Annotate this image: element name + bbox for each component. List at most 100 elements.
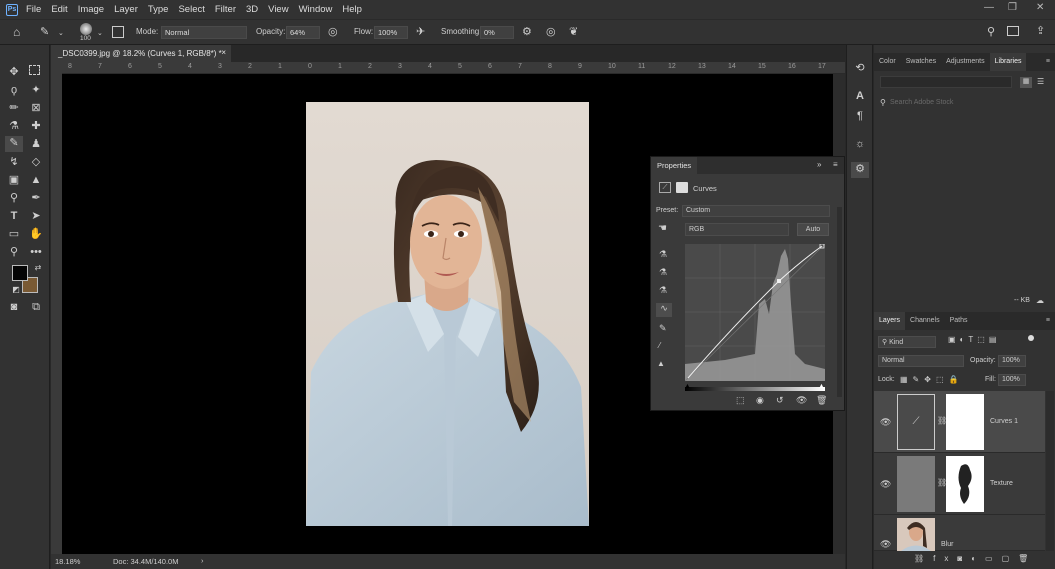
shape-tool-icon[interactable]: ▭ bbox=[7, 227, 21, 241]
maximize-button[interactable]: ❐ bbox=[1008, 2, 1017, 13]
path-select-tool-icon[interactable]: ➤ bbox=[29, 209, 43, 223]
flow-input[interactable]: 100% bbox=[374, 26, 408, 39]
swap-colors-icon[interactable]: ⇄ bbox=[31, 261, 45, 275]
reset-icon[interactable]: ↺ bbox=[776, 395, 784, 406]
lock-icons[interactable]: ▦✎✥⬚🔒 bbox=[900, 375, 963, 384]
panel-menu-icon[interactable]: ≡ bbox=[833, 160, 838, 169]
white-point-eyedropper-icon[interactable]: ⚗ bbox=[659, 285, 667, 296]
lasso-tool-icon[interactable]: ϙ bbox=[7, 83, 21, 97]
menu-select[interactable]: Select bbox=[178, 4, 204, 15]
properties-scrollbar[interactable] bbox=[837, 207, 842, 397]
screen-mode-icon[interactable]: ⧉ bbox=[29, 300, 43, 314]
layer-row[interactable]: 👁 Blur bbox=[874, 515, 1045, 551]
move-tool-icon[interactable]: ✥ bbox=[7, 65, 21, 79]
marquee-tool-icon[interactable] bbox=[29, 65, 40, 75]
menu-edit[interactable]: Edit bbox=[51, 4, 67, 15]
mask-icon[interactable] bbox=[676, 182, 688, 193]
share-icon[interactable]: ⇪ bbox=[1036, 26, 1045, 37]
close-window-button[interactable]: ✕ bbox=[1036, 2, 1044, 13]
channel-select[interactable]: RGB bbox=[685, 223, 789, 236]
brush-tool-icon[interactable]: ✎ bbox=[5, 136, 23, 152]
foreground-color-swatch[interactable] bbox=[12, 265, 28, 281]
status-menu-arrow[interactable]: › bbox=[201, 556, 204, 565]
airbrush-icon[interactable]: ✈ bbox=[416, 27, 425, 38]
menu-type[interactable]: Type bbox=[148, 4, 169, 15]
preset-select[interactable]: Custom bbox=[682, 205, 830, 217]
home-icon[interactable]: ⌂ bbox=[13, 26, 20, 38]
quick-select-tool-icon[interactable]: ✏ bbox=[7, 101, 21, 115]
pressure-opacity-icon[interactable]: ◎ bbox=[328, 27, 338, 38]
collapse-icon[interactable]: » bbox=[817, 160, 821, 169]
learn-icon[interactable]: ☼ bbox=[853, 137, 867, 151]
layer-row[interactable]: 👁 ⟋ ⛓ Curves 1 bbox=[874, 391, 1045, 453]
gray-point-eyedropper-icon[interactable]: ⚗ bbox=[659, 267, 667, 278]
tab-channels[interactable]: Channels bbox=[905, 312, 945, 330]
tab-libraries[interactable]: Libraries bbox=[989, 53, 1027, 71]
tab-color[interactable]: Color bbox=[874, 53, 901, 71]
curve-pencil-icon[interactable]: ✎ bbox=[659, 323, 667, 334]
opacity-input[interactable]: 64% bbox=[286, 26, 320, 39]
menu-file[interactable]: File bbox=[26, 4, 41, 15]
close-tab-icon[interactable]: × bbox=[221, 48, 226, 57]
properties-panel-icon[interactable]: ⚙ bbox=[851, 162, 869, 178]
history-brush-tool-icon[interactable]: ↯ bbox=[7, 155, 21, 169]
zoom-level[interactable]: 18.18% bbox=[55, 557, 80, 566]
dodge-tool-icon[interactable]: ⚲ bbox=[7, 191, 21, 205]
paragraph-icon[interactable]: ¶ bbox=[853, 109, 867, 123]
tab-adjustments[interactable]: Adjustments bbox=[941, 53, 990, 71]
list-view-icon[interactable]: ☰ bbox=[1037, 77, 1044, 86]
black-point-eyedropper-icon[interactable]: ⚗ bbox=[659, 249, 667, 260]
quick-mask-icon[interactable]: ◙ bbox=[7, 300, 21, 314]
fill-input[interactable]: 100% bbox=[998, 374, 1026, 386]
eye-icon[interactable]: 👁 bbox=[880, 539, 891, 550]
stamp-tool-icon[interactable]: ♟ bbox=[29, 137, 43, 151]
menu-help[interactable]: Help bbox=[342, 4, 362, 15]
pen-tool-icon[interactable]: ✒ bbox=[29, 191, 43, 205]
panel-menu-icon[interactable]: ≡ bbox=[1041, 312, 1055, 330]
menu-filter[interactable]: Filter bbox=[215, 4, 236, 15]
chevron-down-icon[interactable]: ⌄ bbox=[58, 28, 64, 39]
menu-3d[interactable]: 3D bbox=[246, 4, 258, 15]
portrait-image[interactable] bbox=[306, 102, 589, 526]
curve-point-tool-icon[interactable]: ∿ bbox=[656, 303, 672, 317]
blur-tool-icon[interactable]: ▲ bbox=[29, 173, 43, 187]
mode-select[interactable]: Normal bbox=[161, 26, 247, 39]
eyedropper-tool-icon[interactable]: ⚗ bbox=[7, 119, 21, 133]
pressure-size-icon[interactable]: ◎ bbox=[546, 27, 556, 38]
layer-row[interactable]: 👁 ⛓ Texture bbox=[874, 453, 1045, 515]
eraser-tool-icon[interactable]: ◇ bbox=[29, 155, 43, 169]
magic-wand-tool-icon[interactable]: ✦ bbox=[29, 83, 43, 97]
layers-scrollbar[interactable] bbox=[1046, 391, 1054, 551]
panel-menu-icon[interactable]: ≡ bbox=[1041, 53, 1055, 71]
view-previous-icon[interactable]: ◉ bbox=[756, 395, 764, 406]
character-icon[interactable]: A bbox=[853, 89, 867, 103]
minimize-button[interactable]: — bbox=[984, 2, 994, 13]
default-colors-icon[interactable]: ◩ bbox=[9, 283, 23, 297]
tab-swatches[interactable]: Swatches bbox=[901, 53, 941, 71]
trash-icon[interactable]: 🗑 bbox=[816, 395, 827, 406]
cloud-icon[interactable]: ☁ bbox=[1036, 296, 1044, 305]
eye-icon[interactable]: 👁 bbox=[880, 479, 891, 490]
healing-tool-icon[interactable]: ✚ bbox=[29, 119, 43, 133]
gear-icon[interactable]: ⚙ bbox=[522, 27, 532, 38]
history-icon[interactable]: ⟲ bbox=[853, 61, 867, 75]
properties-title[interactable]: Properties bbox=[651, 157, 698, 174]
layer-name[interactable]: Texture bbox=[990, 480, 1013, 487]
zoom-tool-icon[interactable]: ⚲ bbox=[7, 245, 21, 259]
layers-footer-icons[interactable]: ⛓fx◙◐▭▢🗑 bbox=[874, 551, 1055, 569]
hand-tool-icon[interactable]: ✋ bbox=[29, 227, 43, 241]
menu-image[interactable]: Image bbox=[78, 4, 104, 15]
search-icon[interactable]: ⚲ bbox=[987, 27, 995, 38]
filter-toggle-icon[interactable] bbox=[1028, 335, 1034, 341]
smooth-curve-icon[interactable]: ⁄ bbox=[659, 341, 660, 350]
black-point-slider[interactable]: ▲ bbox=[684, 383, 691, 390]
white-point-slider[interactable]: ▲ bbox=[818, 383, 825, 390]
clip-to-layer-icon[interactable]: ⬚ bbox=[736, 395, 745, 406]
library-select[interactable] bbox=[880, 76, 1012, 88]
workspace-icon[interactable] bbox=[1007, 26, 1019, 36]
gradient-tool-icon[interactable]: ▣ bbox=[7, 173, 21, 187]
layer-name[interactable]: Curves 1 bbox=[990, 418, 1018, 425]
menu-window[interactable]: Window bbox=[299, 4, 333, 15]
layer-mask-thumbnail[interactable] bbox=[946, 394, 984, 450]
smoothing-input[interactable]: 0% bbox=[480, 26, 514, 39]
